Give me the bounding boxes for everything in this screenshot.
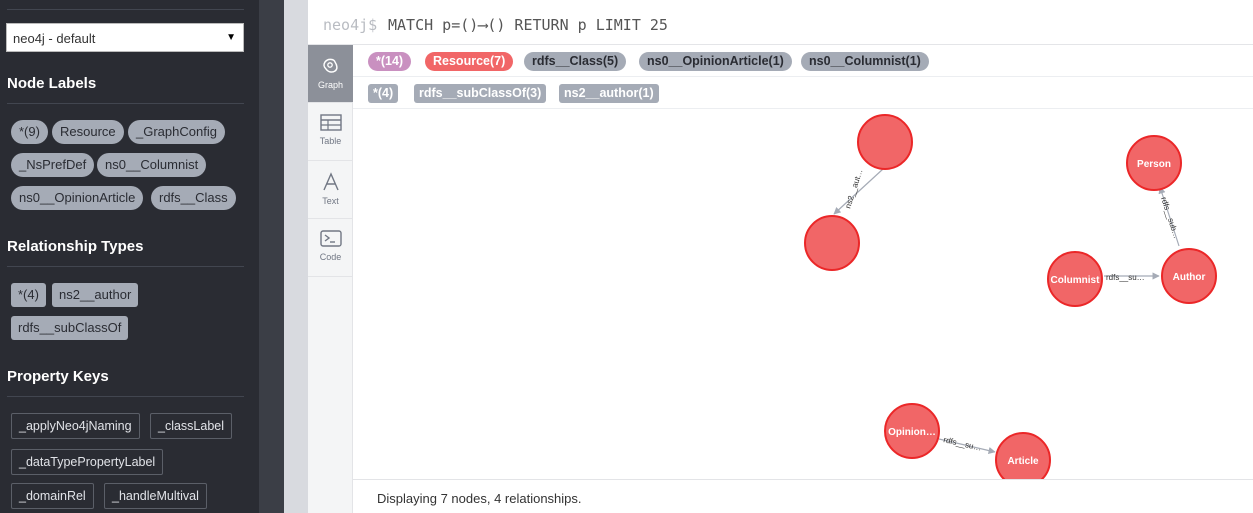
tab-text[interactable]: Text (308, 161, 353, 219)
tab-code-label: Code (319, 252, 342, 262)
table-icon (319, 114, 342, 131)
divider (7, 266, 244, 267)
result-frame: *(14) Resource(7) rdfs__Class(5) ns0__Op… (353, 45, 1253, 513)
property-key-chip[interactable]: _dataTypePropertyLabel (11, 449, 164, 475)
relationship-edge[interactable]: ns2__aut… (833, 168, 884, 215)
divider (7, 103, 244, 104)
property-key-chip[interactable]: _applyNeo4jNaming (11, 413, 140, 439)
node-caption: Opinion… (888, 427, 936, 438)
graph-canvas[interactable]: ns2__aut… rdfs__sub… rdfs__su… rdfs__su…… (353, 109, 1253, 479)
node-caption: Author (1173, 272, 1206, 283)
sidebar: neo4j - default ▼ Node Labels *(9) Resou… (0, 0, 259, 513)
property-key-chip[interactable]: _domainRel (11, 483, 94, 509)
query-editor[interactable]: neo4j$ MATCH p=()⟶() RETURN p LIMIT 25 (308, 0, 1253, 45)
tab-graph-label: Graph (317, 80, 343, 90)
divider (7, 9, 244, 10)
edge-label: rdfs__su… (1106, 273, 1145, 282)
tab-code[interactable]: Code (308, 219, 353, 277)
query-text[interactable]: MATCH p=()⟶() RETURN p LIMIT 25 (388, 16, 668, 34)
node-label-chip[interactable]: ns0__OpinionArticle (11, 186, 144, 210)
editor-prompt: neo4j$ (323, 16, 378, 34)
relationship-edge[interactable]: rdfs__su… (1104, 272, 1160, 282)
status-bar: Displaying 7 nodes, 4 relationships. (353, 479, 1253, 513)
property-key-chip[interactable]: _handleMultival (104, 483, 207, 509)
edge-label: rdfs__su… (943, 435, 983, 452)
legend-label-chip-all[interactable]: *(14) (368, 52, 412, 71)
tab-table-label: Table (319, 136, 342, 146)
legend-label-chip-resource[interactable]: Resource(7) (425, 52, 514, 71)
graph-node[interactable] (804, 215, 860, 271)
node-label-chip[interactable]: _GraphConfig (128, 120, 225, 144)
relationship-type-chip[interactable]: *(4) (11, 283, 46, 307)
divider (7, 396, 244, 397)
graph-node[interactable]: Article (995, 432, 1051, 479)
relationship-types-heading: Relationship Types (7, 238, 144, 255)
node-caption: Person (1137, 159, 1171, 170)
legend-label-chip-opinion-article[interactable]: ns0__OpinionArticle(1) (639, 52, 792, 71)
node-label-chip[interactable]: ns0__Columnist (97, 153, 207, 177)
relationship-legend: *(4) rdfs__subClassOf(3) ns2__author(1) (353, 77, 1253, 109)
node-label-chip[interactable]: rdfs__Class (151, 186, 236, 210)
node-label-chip[interactable]: _NsPrefDef (11, 153, 95, 177)
legend-rel-chip-subclassof[interactable]: rdfs__subClassOf(3) (414, 84, 547, 103)
node-caption: Article (1007, 456, 1039, 467)
graph-node[interactable] (857, 114, 913, 170)
status-text: Displaying 7 nodes, 4 relationships. (377, 491, 582, 506)
relationship-type-chip[interactable]: ns2__author (52, 283, 139, 307)
graph-icon (322, 58, 338, 73)
edge-label: rdfs__sub… (1159, 196, 1181, 240)
relationship-edge[interactable]: rdfs__sub… (1158, 186, 1181, 247)
label-legend: *(14) Resource(7) rdfs__Class(5) ns0__Op… (353, 45, 1253, 77)
tab-graph[interactable]: Graph (308, 45, 353, 103)
code-icon (319, 230, 342, 247)
legend-label-chip-rdfs-class[interactable]: rdfs__Class(5) (524, 52, 627, 71)
legend-rel-chip-author[interactable]: ns2__author(1) (559, 84, 659, 103)
database-select-value: neo4j - default (13, 31, 96, 46)
relationship-type-chip[interactable]: rdfs__subClassOf (11, 316, 129, 340)
legend-label-chip-columnist[interactable]: ns0__Columnist(1) (801, 52, 929, 71)
frame-gutter (284, 0, 308, 513)
graph-node[interactable]: Author (1161, 248, 1217, 304)
node-caption: Columnist (1051, 275, 1101, 286)
text-icon (322, 172, 339, 191)
graph-node[interactable]: Person (1126, 135, 1182, 191)
graph-node[interactable]: Opinion… (884, 403, 940, 459)
graph-node[interactable]: Columnist (1047, 251, 1103, 307)
node-labels-heading: Node Labels (7, 75, 97, 92)
database-select[interactable]: neo4j - default ▼ (6, 23, 244, 52)
tab-table[interactable]: Table (308, 103, 353, 161)
node-label-chip[interactable]: *(9) (11, 120, 48, 144)
property-key-chip[interactable]: _classLabel (150, 413, 233, 439)
property-keys-heading: Property Keys (7, 368, 109, 385)
node-label-chip[interactable]: Resource (52, 120, 124, 144)
dropdown-caret-icon: ▼ (226, 32, 236, 43)
legend-rel-chip-all[interactable]: *(4) (368, 84, 399, 103)
sidebar-gutter (259, 0, 284, 513)
view-tabs: Graph Table Text Code (308, 45, 353, 513)
relationship-edge[interactable]: rdfs__su… (938, 435, 996, 455)
tab-text-label: Text (322, 196, 339, 206)
